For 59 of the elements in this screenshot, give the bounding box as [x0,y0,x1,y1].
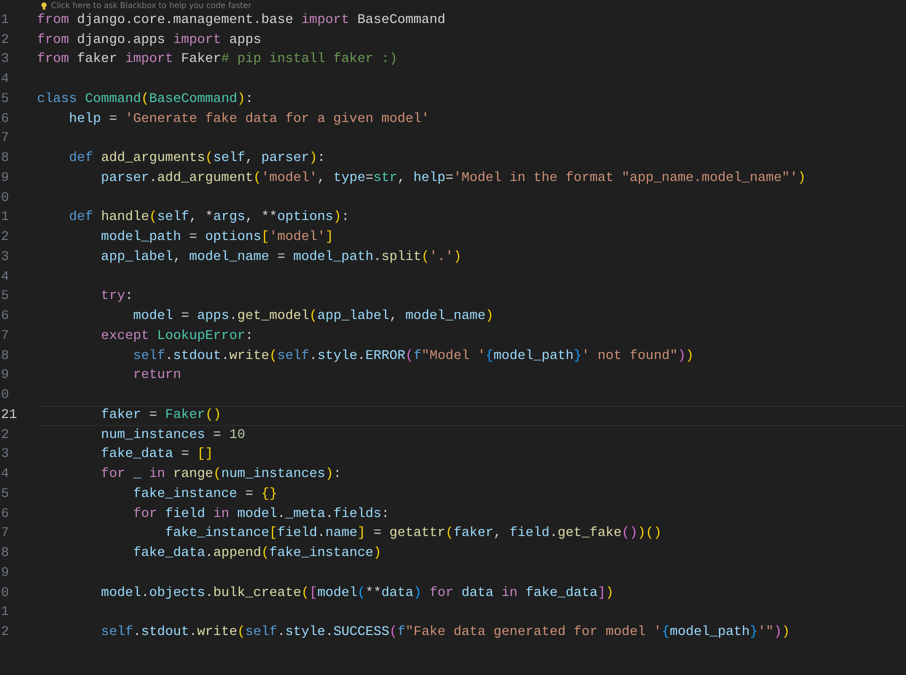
line-number: 6 [0,308,10,326]
line-number: 4 [0,466,10,484]
code-line: fake_instance[field.name] = getattr(faker, field.get_fake())() [164,525,662,544]
code-line: fake_instance = {} [132,486,278,504]
code-line: help = 'Generate fake data for a given model' [68,110,430,129]
line-number: 2 [0,32,10,50]
line-number: 3 [0,248,10,267]
code-line: except LookupError: [100,328,254,346]
line-number: 5 [0,288,10,306]
hint-text[interactable]: Click here to ask Blackbox to help you code faster [51,2,252,10]
line-number: 1 [0,209,10,228]
lightbulb-icon [41,2,47,10]
line-number: 5 [0,486,10,504]
line-number: 2 [0,426,10,445]
line-number: 2 [0,229,10,248]
code-line: class Command(BaseCommand): [37,90,254,109]
line-number: 6 [0,110,10,129]
line-number: 7 [0,328,10,346]
code-line: return [132,367,182,386]
line-number: 0 [0,387,10,406]
code-line: model_path = options['model'] [100,229,334,248]
line-number: 1 [0,604,10,622]
line-number: 9 [0,367,10,386]
line-number: 3 [0,446,10,464]
line-number: 9 [0,170,10,188]
line-number: 8 [0,150,10,168]
line-number: 6 [0,506,10,524]
line-number: 8 [0,545,10,564]
code-line: self.stdout.write(self.style.SUCCESS(f"Fake data generated for model '{model_path}'")) [100,624,790,642]
code-line: app_label, model_name = model_path.split('.') [100,248,462,267]
line-number: 8 [0,348,10,366]
code-line: from django.core.management.base import BaseCommand [37,12,446,30]
code-line: self.stdout.write(self.style.ERROR(f"Model '{model_path}' not found")) [132,348,694,366]
code-line: parser.add_argument('model', type=str, help='Model in the format "app_name.model_name"') [100,170,806,188]
line-number: 4 [0,268,10,287]
line-number: 2 [0,624,10,642]
line-number: 0 [0,190,10,208]
code-line: num_instances = 10 [100,426,246,445]
code-line: from django.apps import apps [37,32,262,50]
line-number: 3 [0,51,10,70]
code-line: model = apps.get_model(app_label, model_name) [132,308,494,326]
code-line: def add_arguments(self, parser): [68,150,326,168]
code-line: for _ in range(num_instances): [100,466,342,484]
code-line: try: [100,288,134,306]
line-number: 1 [0,12,10,30]
code-line: faker = Faker() [100,406,222,425]
line-number: 5 [0,90,10,109]
line-number: 21 [0,406,18,425]
code-line: fake_data.append(fake_instance) [132,545,382,564]
code-line: fake_data = [] [100,446,214,464]
code-line: model.objects.bulk_create([model(**data) for data in fake_data]) [100,584,614,603]
code-line: def handle(self, *args, **options): [68,209,350,228]
code-line: for field in model._meta.fields: [132,506,390,524]
line-number: 0 [0,584,10,603]
line-number: 7 [0,130,10,148]
line-number: 4 [0,71,10,90]
code-line: from faker import Faker# pip install faker :) [37,51,398,70]
line-number: 9 [0,564,10,583]
line-number: 7 [0,525,10,544]
